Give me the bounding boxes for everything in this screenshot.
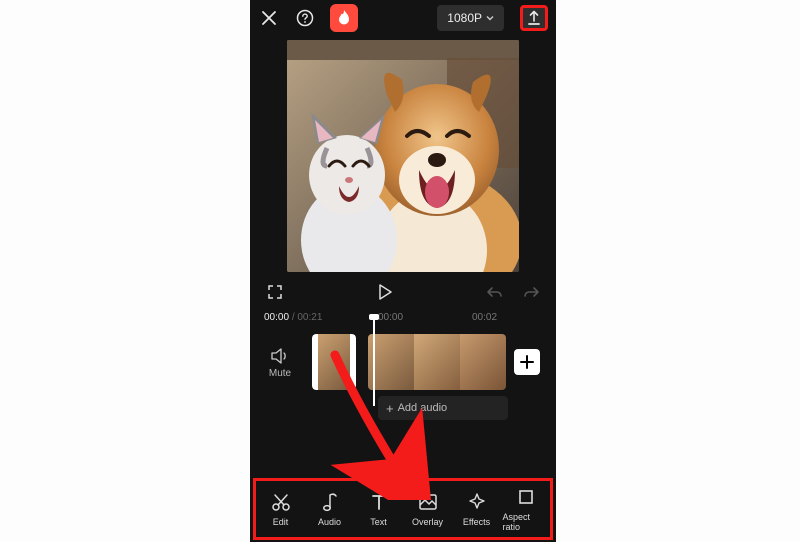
fullscreen-button[interactable] <box>264 281 286 303</box>
tool-audio[interactable]: Audio <box>307 491 353 527</box>
plus-icon <box>520 355 534 369</box>
redo-button[interactable] <box>520 281 542 303</box>
ruler-tick: 00:00 <box>378 312 403 323</box>
undo-button[interactable] <box>484 281 506 303</box>
overlay-icon <box>418 493 438 511</box>
bottom-toolbar: Edit Audio Text Overlay Effects Aspect r… <box>256 480 550 538</box>
flame-icon <box>337 10 351 26</box>
top-bar: 1080P <box>250 0 556 36</box>
play-button[interactable] <box>374 281 396 303</box>
scissors-icon <box>271 492 291 512</box>
undo-icon <box>486 285 504 299</box>
close-icon <box>261 10 277 26</box>
mute-label: Mute <box>260 368 300 379</box>
export-icon <box>527 10 541 26</box>
tool-label: Text <box>370 517 387 527</box>
tool-label: Effects <box>463 517 490 527</box>
add-clip-button[interactable] <box>514 349 540 375</box>
tool-text[interactable]: Text <box>356 491 402 527</box>
preview-image <box>287 40 519 272</box>
tool-label: Edit <box>273 517 289 527</box>
fullscreen-icon <box>267 284 283 300</box>
clip-selected[interactable] <box>312 334 356 390</box>
export-button[interactable] <box>520 5 548 31</box>
help-icon <box>296 9 314 27</box>
video-editor-screen: 1080P <box>250 0 556 542</box>
ruler-tick: 00:02 <box>472 312 497 323</box>
video-track <box>312 334 540 390</box>
text-icon <box>370 492 388 512</box>
mute-button[interactable]: Mute <box>260 348 300 379</box>
tool-label: Audio <box>318 517 341 527</box>
aspect-ratio-icon <box>517 488 535 506</box>
chevron-down-icon <box>486 14 494 22</box>
sparkle-icon <box>467 492 487 512</box>
time-ruler[interactable]: 00:00 / 00:21 00:00 00:02 <box>250 312 556 330</box>
tool-effects[interactable]: Effects <box>454 491 500 527</box>
music-note-icon <box>321 492 339 512</box>
add-audio-button[interactable]: + Add audio <box>378 396 508 420</box>
add-audio-label: Add audio <box>398 402 448 414</box>
play-icon <box>377 283 393 301</box>
transport-bar <box>250 272 556 312</box>
resolution-select[interactable]: 1080P <box>437 5 504 31</box>
current-time: 00:00 <box>264 312 289 323</box>
tool-edit[interactable]: Edit <box>258 491 304 527</box>
video-preview[interactable] <box>287 40 519 272</box>
help-button[interactable] <box>294 7 316 29</box>
tool-label: Overlay <box>412 517 443 527</box>
pro-button[interactable] <box>330 4 358 32</box>
tool-aspect-ratio[interactable]: Aspect ratio <box>503 486 549 532</box>
tool-label: Aspect ratio <box>503 512 549 532</box>
clip[interactable] <box>368 334 506 390</box>
resolution-label: 1080P <box>447 11 482 25</box>
close-button[interactable] <box>258 7 280 29</box>
total-time: 00:21 <box>297 312 322 323</box>
redo-icon <box>522 285 540 299</box>
timeline[interactable]: Mute + Add audio <box>250 330 556 436</box>
tool-overlay[interactable]: Overlay <box>405 491 451 527</box>
mute-icon <box>270 348 290 364</box>
playhead[interactable] <box>373 318 375 406</box>
